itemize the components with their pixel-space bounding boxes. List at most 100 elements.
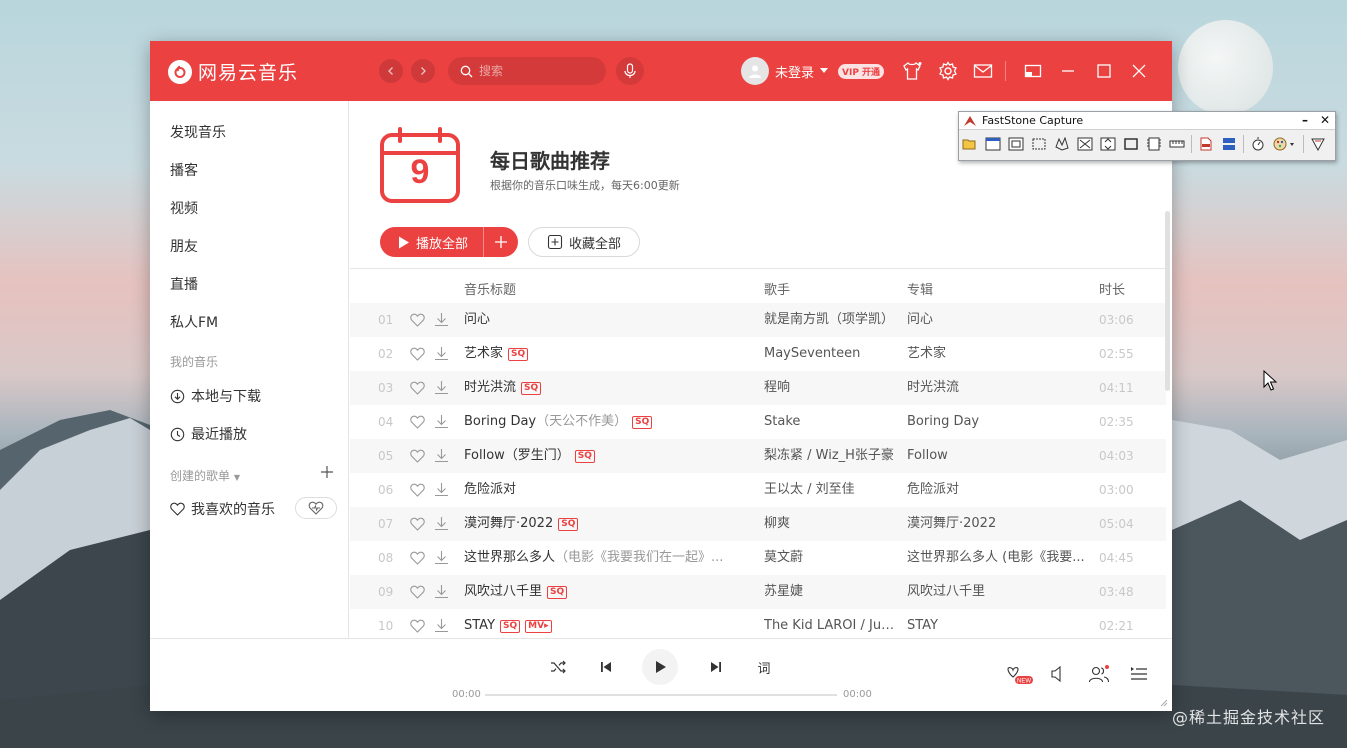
capture-object-icon[interactable]	[1007, 135, 1025, 153]
song-title[interactable]: STAY	[464, 618, 495, 633]
shuffle-button[interactable]	[548, 657, 568, 677]
add-to-queue-button[interactable]	[484, 235, 518, 249]
resize-grip-icon[interactable]	[1158, 697, 1168, 707]
song-title[interactable]: 危险派对	[464, 482, 516, 497]
settings-palette-icon[interactable]	[1272, 135, 1298, 153]
sidebar-item-live[interactable]: 直播	[170, 274, 198, 294]
table-row[interactable]: 05 Follow（罗生门） SQ 梨冻紧 / Wiz_H张子豪 Follow 04:03	[350, 439, 1166, 473]
scrollbar[interactable]	[1165, 211, 1170, 391]
table-row[interactable]: 04 Boring Day（天公不作美） SQ Stake Boring Day 02:3…	[350, 405, 1166, 439]
sidebar-item-video[interactable]: 视频	[170, 198, 198, 218]
album-link[interactable]: 风吹过八千里	[907, 575, 1089, 609]
collect-all-button[interactable]: 收藏全部	[528, 227, 640, 257]
sidebar-item-discover[interactable]: 发现音乐	[170, 122, 226, 142]
volume-button[interactable]	[1050, 665, 1068, 683]
artist-link[interactable]: 苏星婕	[764, 575, 898, 609]
download-icon[interactable]	[434, 550, 449, 565]
album-link[interactable]: 问心	[907, 303, 1089, 337]
album-link[interactable]: STAY	[907, 609, 1089, 638]
song-title[interactable]: 风吹过八千里	[464, 584, 542, 599]
song-title-cell[interactable]: 问心	[464, 303, 728, 337]
album-link[interactable]: 这世界那么多人 (电影《我要...	[907, 541, 1089, 575]
artist-link[interactable]: 莫文蔚	[764, 541, 898, 575]
artist-link[interactable]: The Kid LAROI / Just...	[764, 609, 898, 638]
artist-link[interactable]: 梨冻紧 / Wiz_H张子豪	[764, 439, 898, 473]
login-link[interactable]: 未登录	[775, 62, 814, 81]
avatar[interactable]	[741, 57, 769, 85]
create-playlist-button[interactable]	[320, 463, 334, 484]
song-title[interactable]: Boring Day	[464, 414, 536, 429]
voice-search-button[interactable]	[616, 57, 644, 85]
mv-badge[interactable]: MV▸	[525, 620, 552, 633]
table-row[interactable]: 03 时光洪流 SQ 程响 时光洪流 04:11	[350, 371, 1166, 405]
app-logo[interactable]: 网易云音乐	[168, 58, 298, 85]
lyrics-button[interactable]: 词	[754, 657, 774, 677]
mini-mode-button[interactable]	[1021, 59, 1045, 83]
minimize-button[interactable]	[1056, 59, 1080, 83]
table-row[interactable]: 08 这世界那么多人（电影《我要我们在一起》...MV▸ 莫文蔚这世界那么多人 (电…	[350, 541, 1166, 575]
download-icon[interactable]	[434, 312, 449, 327]
skin-button[interactable]	[900, 59, 924, 83]
next-button[interactable]	[706, 657, 726, 677]
capture-scrolling-icon[interactable]	[1099, 135, 1117, 153]
table-row[interactable]: 09 风吹过八千里 SQ 苏星婕 风吹过八千里 03:48	[350, 575, 1166, 609]
output-editor-icon[interactable]	[1220, 135, 1238, 153]
faststone-close-button[interactable]: ✕	[1320, 113, 1330, 127]
like-heart-icon[interactable]	[410, 381, 425, 395]
song-title-cell[interactable]: STAY SQ MV▸	[464, 609, 728, 638]
faststone-minimize-button[interactable]: –	[1302, 113, 1308, 127]
artist-link[interactable]: Stake	[764, 405, 898, 439]
table-row[interactable]: 02 艺术家 SQ MaySeventeen 艺术家 02:55	[350, 337, 1166, 371]
sidebar-item-podcast[interactable]: 播客	[170, 160, 198, 180]
forward-button[interactable]	[411, 59, 435, 83]
sidebar-item-recent[interactable]: 最近播放	[170, 424, 247, 444]
close-button[interactable]	[1127, 59, 1151, 83]
heartbeat-mode-button[interactable]	[295, 497, 337, 519]
like-heart-icon[interactable]	[410, 619, 425, 633]
table-row[interactable]: 06 危险派对 王以太 / 刘至佳 危险派对 03:00	[350, 473, 1166, 507]
song-title-cell[interactable]: 这世界那么多人（电影《我要我们在一起》...MV▸	[464, 541, 728, 575]
search-input[interactable]	[479, 64, 589, 78]
maximize-button[interactable]	[1092, 59, 1116, 83]
album-link[interactable]: 艺术家	[907, 337, 1089, 371]
album-link[interactable]: Boring Day	[907, 405, 1089, 439]
column-header-title[interactable]: 音乐标题	[464, 279, 516, 298]
column-header-artist[interactable]: 歌手	[764, 279, 790, 298]
song-title[interactable]: Follow（罗生门）	[464, 448, 570, 463]
artist-link[interactable]: 王以太 / 刘至佳	[764, 473, 898, 507]
like-heart-icon[interactable]	[410, 347, 425, 361]
download-icon[interactable]	[434, 448, 449, 463]
playlist-queue-button[interactable]	[1130, 665, 1148, 681]
output-pdf-icon[interactable]	[1197, 135, 1215, 153]
ruler-icon[interactable]	[1168, 135, 1186, 153]
delay-timer-icon[interactable]	[1249, 135, 1267, 153]
like-heart-icon[interactable]	[410, 313, 425, 327]
user-profile[interactable]: 未登录 VIP 开通	[741, 57, 885, 85]
song-title-cell[interactable]: Follow（罗生门） SQ	[464, 439, 728, 473]
caret-down-icon[interactable]	[820, 68, 829, 74]
sidebar-item-local-download[interactable]: 本地与下载	[170, 386, 261, 406]
song-title[interactable]: 这世界那么多人	[464, 550, 555, 565]
toolbar-options-icon[interactable]	[1309, 135, 1327, 153]
created-playlists-header[interactable]: 创建的歌单 ▼	[170, 467, 240, 484]
sidebar-item-personal-fm[interactable]: 私人FM	[170, 312, 218, 332]
like-heart-icon[interactable]	[410, 585, 425, 599]
song-title-cell[interactable]: 危险派对	[464, 473, 728, 507]
song-title[interactable]: 漠河舞厅·2022	[464, 516, 553, 531]
download-icon[interactable]	[434, 516, 449, 531]
progress-bar[interactable]	[485, 694, 837, 696]
previous-button[interactable]	[596, 657, 616, 677]
like-heart-icon[interactable]	[410, 415, 425, 429]
table-row[interactable]: 10 STAY SQ MV▸ The Kid LAROI / Just... STAY 02…	[350, 609, 1166, 638]
screen-recorder-icon[interactable]	[1145, 135, 1163, 153]
play-all-button[interactable]: 播放全部	[380, 227, 484, 257]
download-icon[interactable]	[434, 584, 449, 599]
song-title-cell[interactable]: 时光洪流 SQ	[464, 371, 728, 405]
download-icon[interactable]	[434, 346, 449, 361]
album-link[interactable]: Follow	[907, 439, 1089, 473]
download-icon[interactable]	[434, 482, 449, 497]
sidebar-item-friends[interactable]: 朋友	[170, 236, 198, 256]
album-link[interactable]: 漠河舞厅·2022	[907, 507, 1089, 541]
artist-link[interactable]: 柳爽	[764, 507, 898, 541]
download-icon[interactable]	[434, 380, 449, 395]
